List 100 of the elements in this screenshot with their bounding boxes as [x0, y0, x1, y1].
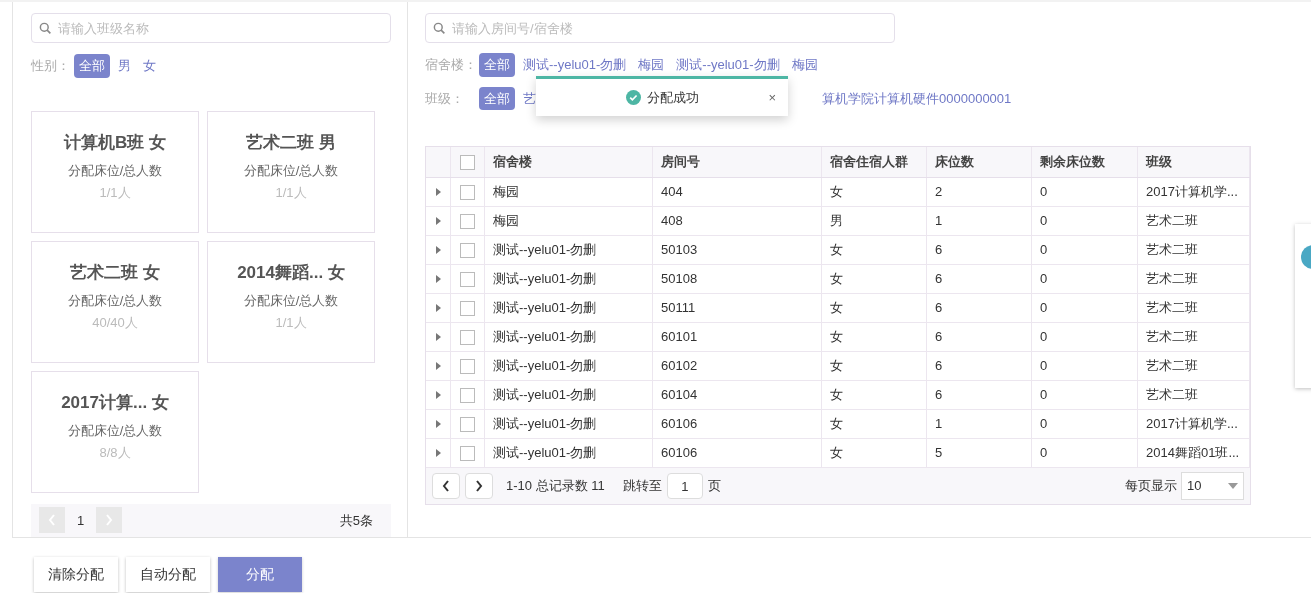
table-cell-text: 测试--yelu01-勿删: [493, 357, 597, 376]
page-input[interactable]: 1: [666, 473, 703, 499]
table-cell-text: 0: [1040, 299, 1048, 318]
filter-label: 班级：: [425, 89, 465, 108]
filter-option[interactable]: 算机学院计算机硬件0000000001: [818, 88, 1016, 108]
class-card[interactable]: 2017计算... 女 分配床位/总人数 8/8人: [31, 370, 199, 493]
table-cell-text: 艺术二班: [1146, 212, 1198, 231]
prev-page-button[interactable]: [432, 473, 460, 499]
filter-option[interactable]: 女: [139, 56, 160, 76]
table-cell-text: 测试--yelu01-勿删: [493, 299, 597, 318]
row-checkbox[interactable]: [460, 387, 475, 403]
column-header: 宿舍住宿人群: [830, 153, 908, 172]
search-field[interactable]: 请输入班级名称: [31, 13, 391, 43]
card-count: 8/8人: [99, 443, 131, 462]
table-cell-text: 6: [935, 386, 943, 405]
filter-option[interactable]: 男: [114, 56, 135, 76]
row-checkbox[interactable]: [460, 300, 475, 316]
page-size-select[interactable]: 10: [1181, 472, 1244, 500]
jump-label: 跳转至: [622, 477, 662, 496]
table-cell-text: 60106: [661, 415, 698, 434]
table-cell-text: 1: [935, 212, 943, 231]
expand-arrow-icon[interactable]: [435, 217, 441, 225]
row-checkbox[interactable]: [460, 242, 475, 258]
expand-arrow-icon[interactable]: [435, 246, 441, 254]
table-cell-text: 梅园: [493, 212, 519, 231]
table-cell-text: 0: [1040, 183, 1048, 202]
table-cell-text: 1: [935, 415, 943, 434]
card-count: 1/1人: [99, 183, 131, 202]
filter-option[interactable]: 测试--yelu01-勿删: [519, 55, 631, 75]
search-field[interactable]: 请输入房间号/宿舍楼: [425, 13, 895, 43]
table-cell-text: 50111: [661, 299, 696, 318]
table-cell-text: 女: [830, 357, 843, 376]
action-button[interactable]: 清除分配: [34, 557, 118, 592]
record-summary: 1-10 总记录数 11: [506, 477, 605, 496]
column-header: 房间号: [661, 153, 700, 172]
app-icon: [1300, 244, 1311, 270]
table-cell-text: 6: [935, 270, 943, 289]
table-cell-text: 女: [830, 386, 843, 405]
row-checkbox[interactable]: [460, 358, 475, 374]
table-cell-text: 60101: [661, 328, 698, 347]
filter-option[interactable]: 全部: [479, 86, 515, 110]
expand-arrow-icon[interactable]: [435, 391, 441, 399]
page-size-label: 每页显示: [1125, 477, 1177, 496]
table-cell-text: 测试--yelu01-勿删: [493, 241, 597, 260]
table-cell-text: 艺术二班: [1146, 328, 1198, 347]
page-number[interactable]: 1: [77, 510, 85, 530]
row-checkbox[interactable]: [460, 416, 475, 432]
table-cell-text: 女: [830, 183, 843, 202]
expand-arrow-icon[interactable]: [435, 449, 441, 457]
table-cell-text: 梅园: [493, 183, 519, 202]
table-cell-text: 艺术二班: [1146, 386, 1198, 405]
close-button[interactable]: ×: [768, 87, 776, 108]
action-button[interactable]: 分配: [218, 557, 302, 592]
expand-arrow-icon[interactable]: [435, 333, 441, 341]
column-header: 剩余床位数: [1040, 153, 1105, 172]
table-cell-text: 女: [830, 328, 843, 347]
row-checkbox[interactable]: [460, 445, 475, 461]
page-unit: 页: [707, 477, 721, 496]
class-card[interactable]: 艺术二班 男 分配床位/总人数 1/1人: [207, 110, 375, 233]
expand-arrow-icon[interactable]: [435, 304, 441, 312]
card-caption: 分配床位/总人数: [67, 422, 163, 440]
expand-arrow-icon[interactable]: [435, 362, 441, 370]
row-checkbox[interactable]: [460, 271, 475, 287]
column-header: 床位数: [935, 153, 974, 172]
table-cell-text: 0: [1040, 241, 1048, 260]
expand-arrow-icon[interactable]: [435, 420, 441, 428]
class-card[interactable]: 艺术二班 女 分配床位/总人数 40/40人: [31, 240, 199, 363]
column-header: 班级: [1146, 153, 1172, 172]
card-caption: 分配床位/总人数: [243, 292, 339, 310]
column-header: 宿舍楼: [493, 153, 532, 172]
check-circle-icon: [625, 90, 641, 105]
expand-arrow-icon[interactable]: [435, 188, 441, 196]
expand-arrow-icon[interactable]: [435, 275, 441, 283]
filter-option[interactable]: 梅园: [634, 55, 669, 75]
row-checkbox[interactable]: [460, 184, 475, 200]
class-card[interactable]: 2014舞蹈... 女 分配床位/总人数 1/1人: [207, 240, 375, 363]
filter-option[interactable]: 全部: [479, 53, 515, 77]
table-cell-text: 测试--yelu01-勿删: [493, 328, 597, 347]
filter-label: 宿舍楼：: [425, 56, 475, 74]
table-cell-text: 女: [830, 444, 843, 463]
table-cell-text: 女: [830, 299, 843, 318]
select-all-checkbox[interactable]: [460, 154, 475, 170]
card-caption: 分配床位/总人数: [243, 162, 339, 180]
row-checkbox[interactable]: [460, 329, 475, 345]
action-button[interactable]: 自动分配: [126, 557, 210, 592]
caret-down-icon: [1228, 483, 1238, 489]
filter-option[interactable]: 梅园: [787, 55, 822, 75]
filter-option[interactable]: 测试--yelu01-勿删: [672, 55, 784, 75]
class-name: 艺术二班 女: [70, 261, 160, 284]
card-count: 1/1人: [275, 313, 307, 332]
table-cell-text: 60106: [661, 444, 698, 463]
filter-option[interactable]: 艺: [519, 88, 540, 108]
table-cell-text: 408: [661, 212, 683, 231]
class-card[interactable]: 计算机B班 女 分配床位/总人数 1/1人: [31, 110, 199, 233]
filter-option[interactable]: 全部: [74, 54, 110, 78]
next-page-button[interactable]: [465, 473, 493, 499]
card-count: 40/40人: [92, 313, 138, 332]
chevron-right-icon: [475, 480, 483, 492]
table-cell-text: 艺术二班: [1146, 270, 1198, 289]
row-checkbox[interactable]: [460, 213, 475, 229]
